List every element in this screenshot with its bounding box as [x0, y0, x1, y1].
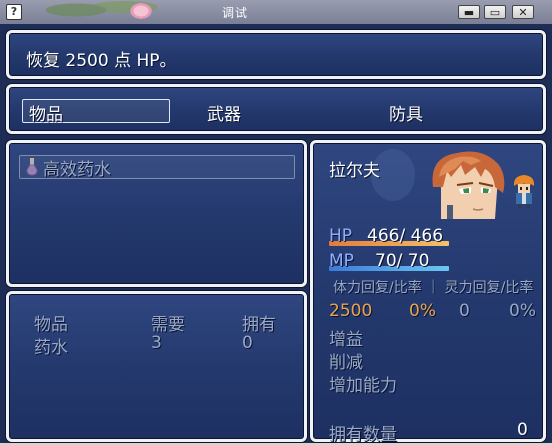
category-window: 物品 武器 防具: [6, 84, 546, 134]
materials-header-item: 物品: [34, 315, 68, 335]
buffs-label: 增益: [329, 330, 363, 350]
hp-value: 466/ 466: [367, 226, 444, 246]
mp-regen-rate: 0%: [509, 301, 536, 321]
tab-weapons[interactable]: 武器: [207, 100, 241, 125]
maximize-button[interactable]: ▭: [484, 5, 506, 19]
material-owned: 0: [242, 333, 253, 353]
actor-sprite: [511, 174, 537, 210]
potion-icon: [25, 158, 39, 176]
help-text: 恢复 2500 点 HP。: [26, 51, 177, 71]
material-required: 3: [151, 333, 162, 353]
materials-window: 物品 需要 拥有 药水 3 0: [6, 291, 307, 442]
mp-regen-value: 0: [459, 301, 470, 321]
actor-name: 拉尔夫: [329, 161, 380, 181]
lotus-flower-decoration: [126, 0, 156, 20]
help-window: 恢复 2500 点 HP。: [6, 30, 546, 79]
game-screen: 恢复 2500 点 HP。 物品 武器 防具 高效药水 物品 需要 拥有 药水: [0, 24, 552, 445]
app-icon[interactable]: ?: [6, 4, 22, 20]
minimize-button[interactable]: ▬: [458, 5, 480, 19]
window-titlebar: ? 调试 ▬ ▭ ✕: [0, 0, 552, 24]
mp-label: MP: [329, 251, 354, 271]
hp-regen-value: 2500: [329, 301, 373, 321]
owned-count-value: 0: [517, 420, 528, 440]
materials-header-owned: 拥有: [242, 315, 276, 335]
window-title: 调试: [222, 6, 249, 20]
materials-header-required: 需要: [151, 315, 185, 335]
mp-value: 70/ 70: [375, 251, 430, 271]
hp-regen-rate: 0%: [409, 301, 436, 321]
debuffs-label: 削减: [329, 353, 363, 373]
owned-count-label: 拥有数量: [329, 425, 397, 445]
hp-label: HP: [329, 226, 353, 246]
close-button[interactable]: ✕: [512, 5, 534, 19]
tab-armor[interactable]: 防具: [389, 100, 423, 125]
params-label: 增加能力: [329, 376, 397, 396]
item-name: 高效药水: [43, 160, 111, 180]
item-list-window: 高效药水: [6, 140, 307, 287]
actor-status-window: 拉尔夫 HP 466/ 466 MP 70/ 70 体力回复/比率 ｜ 灵力回复…: [310, 140, 546, 445]
actor-face-portrait: [411, 147, 507, 219]
material-name: 药水: [34, 338, 68, 358]
regen-header: 体力回复/比率 ｜ 灵力回复/比率: [333, 280, 534, 296]
list-item[interactable]: 高效药水: [23, 156, 293, 180]
tab-items[interactable]: 物品: [29, 100, 63, 125]
